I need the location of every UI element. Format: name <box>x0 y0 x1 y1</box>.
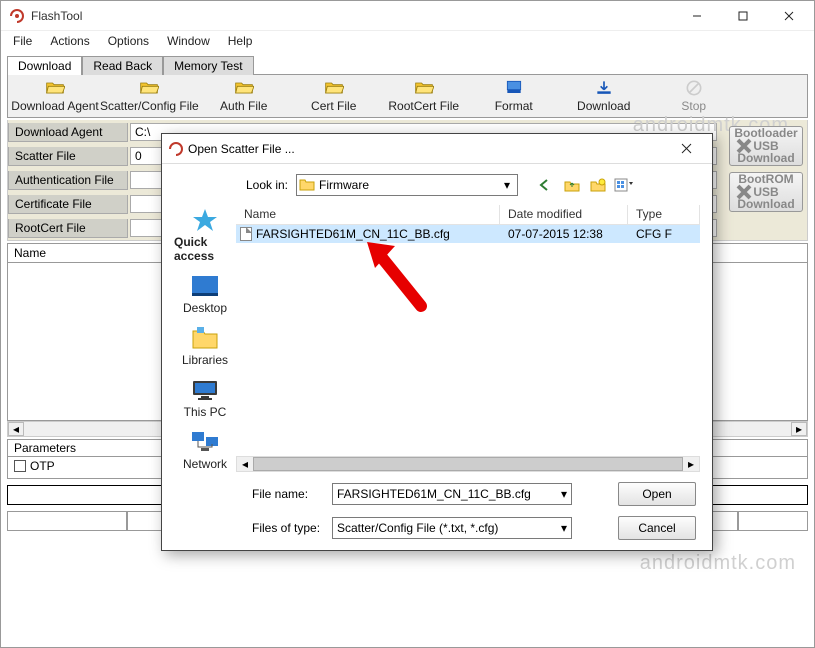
col-type[interactable]: Type <box>628 205 700 224</box>
cancel-button[interactable]: Cancel <box>618 516 696 540</box>
dialog-title: Open Scatter File ... <box>184 142 666 156</box>
lookin-label: Look in: <box>238 178 288 192</box>
app-icon <box>168 141 184 157</box>
col-name[interactable]: Name <box>236 205 500 224</box>
tab-download[interactable]: Download <box>7 56 82 75</box>
dialog-close-button[interactable] <box>666 135 706 163</box>
libraries-icon <box>189 325 221 351</box>
folder-icon <box>299 177 315 193</box>
chevron-down-icon: ▾ <box>561 487 567 501</box>
back-button[interactable] <box>536 175 556 195</box>
view-menu-button[interactable] <box>614 175 634 195</box>
file-list-header: Name Date modified Type <box>236 205 700 225</box>
sidebar-desktop[interactable]: Desktop <box>183 273 227 315</box>
up-one-level-button[interactable] <box>562 175 582 195</box>
filename-input[interactable]: FARSIGHTED61M_CN_11C_BB.cfg▾ <box>332 483 572 505</box>
scroll-left-icon[interactable]: ◂ <box>237 457 253 471</box>
chevron-down-icon: ▾ <box>499 178 515 192</box>
dialog-sidebar: Quick access Desktop Libraries This PC <box>174 205 236 472</box>
filetype-label: Files of type: <box>252 521 324 535</box>
modal-overlay: Open Scatter File ... Look in: Firmware … <box>1 1 814 647</box>
scroll-right-icon[interactable]: ▸ <box>683 457 699 471</box>
file-list-scrollbar[interactable]: ◂ ▸ <box>236 456 700 472</box>
file-icon <box>240 227 252 241</box>
lookin-value: Firmware <box>319 178 369 192</box>
sidebar-quick-access[interactable]: Quick access <box>174 207 236 263</box>
col-date[interactable]: Date modified <box>500 205 628 224</box>
file-row[interactable]: FARSIGHTED61M_CN_11C_BB.cfg 07-07-2015 1… <box>236 225 700 243</box>
network-icon <box>189 429 221 455</box>
file-list: FARSIGHTED61M_CN_11C_BB.cfg 07-07-2015 1… <box>236 225 700 456</box>
quick-access-icon <box>189 207 221 233</box>
sidebar-libraries[interactable]: Libraries <box>182 325 228 367</box>
sidebar-network[interactable]: Network <box>183 429 227 471</box>
open-button[interactable]: Open <box>618 482 696 506</box>
desktop-icon <box>189 273 221 299</box>
filetype-select[interactable]: Scatter/Config File (*.txt, *.cfg)▾ <box>332 517 572 539</box>
new-folder-button[interactable] <box>588 175 608 195</box>
chevron-down-icon: ▾ <box>561 521 567 535</box>
this-pc-icon <box>189 377 221 403</box>
open-file-dialog: Open Scatter File ... Look in: Firmware … <box>161 133 713 551</box>
filename-label: File name: <box>252 487 324 501</box>
sidebar-this-pc[interactable]: This PC <box>184 377 227 419</box>
lookin-combo[interactable]: Firmware ▾ <box>296 174 518 196</box>
